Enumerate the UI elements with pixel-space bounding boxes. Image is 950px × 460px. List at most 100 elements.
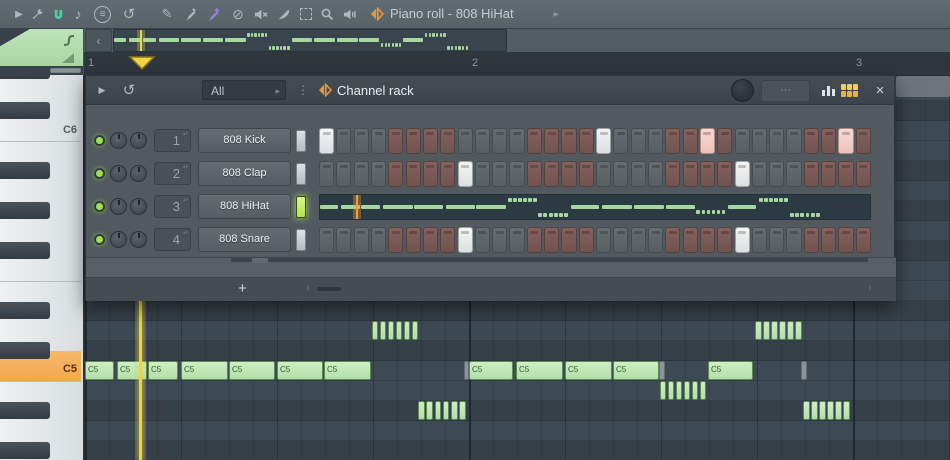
step-grid-icon[interactable]	[839, 80, 861, 100]
note[interactable]	[667, 381, 675, 400]
note[interactable]	[819, 401, 826, 420]
note[interactable]	[779, 321, 786, 340]
wrench-icon[interactable]	[27, 3, 49, 25]
pattern-overview[interactable]	[113, 29, 507, 52]
magnet-icon[interactable]	[47, 3, 69, 25]
step-button[interactable]	[544, 128, 560, 154]
note[interactable]	[771, 321, 778, 340]
step-button[interactable]	[474, 161, 490, 187]
step-button[interactable]	[803, 227, 819, 253]
step-button[interactable]	[370, 227, 387, 253]
step-button[interactable]	[440, 128, 456, 154]
arrow-right-icon[interactable]: ▸	[545, 3, 567, 25]
note[interactable]	[403, 321, 411, 340]
channel-piano-roll-preview[interactable]	[319, 194, 871, 220]
step-button[interactable]	[319, 227, 335, 253]
step-button[interactable]	[561, 227, 577, 253]
note[interactable]: C5	[565, 361, 612, 380]
piano-key-black[interactable]	[0, 302, 50, 319]
step-button[interactable]	[717, 227, 733, 253]
note[interactable]: C5	[229, 361, 275, 380]
note[interactable]	[426, 401, 433, 420]
step-button[interactable]	[544, 227, 560, 253]
play-icon[interactable]: ▶	[94, 80, 110, 100]
swing-knob[interactable]	[731, 79, 754, 102]
pan-knob[interactable]	[110, 198, 127, 215]
preview-playhead[interactable]	[356, 195, 358, 219]
scroll-left-icon[interactable]: ‹	[306, 282, 310, 294]
step-button[interactable]	[734, 128, 750, 154]
pan-knob[interactable]	[110, 165, 127, 182]
note[interactable]: C5	[277, 361, 323, 380]
step-button[interactable]	[370, 161, 387, 187]
slide-icon[interactable]	[62, 34, 76, 48]
pan-knob[interactable]	[110, 231, 127, 248]
scroll-right-icon[interactable]: ›	[868, 282, 872, 294]
step-button[interactable]	[353, 128, 369, 154]
note[interactable]	[442, 401, 450, 420]
step-button[interactable]	[699, 161, 715, 187]
paint-sequence-icon[interactable]	[201, 3, 223, 25]
step-button[interactable]	[751, 161, 767, 187]
volume-knob[interactable]	[130, 231, 147, 248]
channel-name-button[interactable]: 808 HiHat	[198, 194, 291, 219]
step-button[interactable]	[526, 227, 542, 253]
step-button[interactable]	[717, 161, 733, 187]
playback-icon[interactable]	[338, 3, 360, 25]
step-button[interactable]	[855, 227, 871, 253]
note[interactable]	[795, 321, 802, 340]
step-button[interactable]	[353, 161, 369, 187]
step-button[interactable]	[578, 128, 594, 154]
piano-key-black[interactable]	[0, 242, 50, 259]
note[interactable]	[691, 381, 699, 400]
pan-knob[interactable]	[110, 132, 127, 149]
piano-key-black[interactable]	[0, 442, 50, 459]
step-button[interactable]	[457, 128, 473, 154]
select-icon[interactable]	[295, 3, 317, 25]
step-button[interactable]	[613, 161, 629, 187]
volume-knob[interactable]	[130, 198, 147, 215]
step-button[interactable]	[855, 161, 871, 187]
channel-enable-led[interactable]	[94, 234, 105, 245]
step-button[interactable]	[596, 161, 612, 187]
playhead-line[interactable]	[139, 295, 142, 460]
step-button[interactable]	[578, 161, 594, 187]
note[interactable]	[803, 401, 810, 420]
step-button[interactable]	[474, 227, 490, 253]
step-button[interactable]	[422, 128, 438, 154]
resize-handle[interactable]	[252, 258, 268, 263]
channel-enable-led[interactable]	[94, 201, 105, 212]
step-button[interactable]	[717, 128, 733, 154]
note[interactable]	[763, 321, 770, 340]
step-button[interactable]	[422, 227, 438, 253]
step-button[interactable]	[388, 128, 404, 154]
step-button[interactable]	[596, 227, 612, 253]
step-button[interactable]	[596, 128, 612, 154]
close-icon[interactable]: ×	[872, 80, 888, 100]
channel-select-indicator[interactable]	[296, 196, 306, 218]
note[interactable]	[787, 321, 794, 340]
channel-select-indicator[interactable]	[296, 163, 306, 185]
step-button[interactable]	[751, 128, 767, 154]
undo-icon[interactable]: ↺	[120, 80, 138, 100]
step-button[interactable]	[786, 227, 802, 253]
channel-name-button[interactable]: 808 Clap	[198, 161, 291, 186]
note[interactable]	[675, 381, 683, 400]
step-button[interactable]	[769, 128, 785, 154]
playhead-marker[interactable]	[127, 55, 157, 76]
add-channel-button[interactable]: +	[238, 280, 247, 297]
note[interactable]: C5	[148, 361, 178, 380]
step-button[interactable]	[440, 227, 456, 253]
step-button[interactable]	[803, 128, 819, 154]
step-button[interactable]	[838, 128, 854, 154]
step-button[interactable]	[630, 161, 646, 187]
note[interactable]	[451, 401, 458, 420]
channel-enable-led[interactable]	[94, 135, 105, 146]
note[interactable]	[434, 401, 442, 420]
delete-icon[interactable]: ⊘	[227, 3, 249, 25]
note[interactable]	[411, 321, 419, 340]
volume-knob[interactable]	[130, 165, 147, 182]
note[interactable]: C5	[708, 361, 753, 380]
note[interactable]	[379, 321, 387, 340]
volume-knob[interactable]	[130, 132, 147, 149]
